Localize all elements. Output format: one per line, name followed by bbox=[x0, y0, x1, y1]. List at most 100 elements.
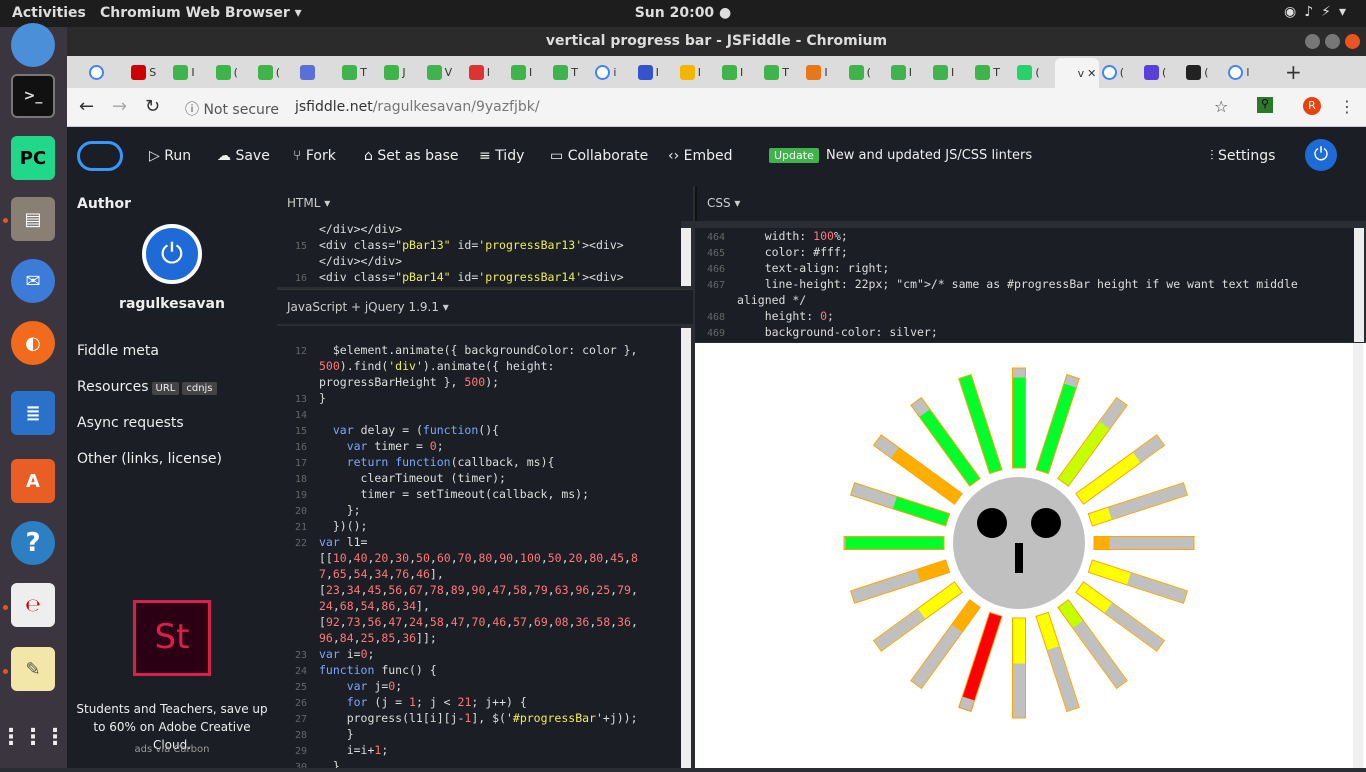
tab-12[interactable]: i bbox=[590, 60, 631, 84]
maximize-icon[interactable] bbox=[1325, 34, 1340, 49]
embed-button[interactable]: ‹› Embed bbox=[668, 148, 733, 164]
js-panel-header[interactable]: JavaScript + jQuery 1.9.1 ▾ bbox=[277, 289, 693, 324]
update-text[interactable]: New and updated JS/CSS linters bbox=[826, 148, 1032, 163]
css-scrollbar[interactable] bbox=[1354, 228, 1364, 342]
code-text: height: 0; bbox=[737, 309, 834, 323]
tab-13[interactable]: I bbox=[633, 60, 674, 84]
forward-icon[interactable]: → bbox=[112, 96, 127, 117]
run-button[interactable]: ▷ Run bbox=[149, 148, 191, 164]
chromium-icon[interactable] bbox=[11, 23, 55, 67]
css-panel-header[interactable]: CSS ▾ bbox=[695, 186, 1366, 221]
set-as-base-button[interactable]: ⌂ Set as base bbox=[364, 148, 458, 164]
resource-tag-cdnjs[interactable]: cdnjs bbox=[182, 382, 217, 395]
software-center-icon[interactable]: A bbox=[11, 459, 55, 503]
minimize-icon[interactable] bbox=[1305, 34, 1320, 49]
close-icon[interactable] bbox=[1345, 34, 1360, 49]
tab-23[interactable]: v ✕ bbox=[1054, 58, 1099, 88]
url-field[interactable]: jsfiddle.net/ragulkesavan/9yazfjbk/ bbox=[295, 99, 540, 115]
tab-16[interactable]: T bbox=[759, 60, 800, 84]
tab-17[interactable]: I bbox=[801, 60, 842, 84]
bookmark-star-icon[interactable]: ☆ bbox=[1214, 97, 1228, 116]
js-editor[interactable]: 12 $element.animate({ backgroundColor: c… bbox=[277, 326, 681, 768]
pycharm-icon[interactable]: PC bbox=[11, 136, 55, 180]
tab-label: I bbox=[191, 65, 195, 79]
tab-14[interactable]: I bbox=[675, 60, 716, 84]
tab-0[interactable] bbox=[84, 60, 125, 84]
tab-22[interactable]: ( bbox=[1012, 60, 1053, 84]
dock: >_ PC ▤ ✉ ◐ ≣ A ? ℮ ✎ ⋮⋮⋮ bbox=[0, 23, 67, 768]
tab-20[interactable]: I bbox=[928, 60, 969, 84]
preview-scrollbar[interactable] bbox=[1353, 343, 1363, 768]
resource-tag-url[interactable]: URL bbox=[151, 382, 180, 395]
js-scrollbar[interactable] bbox=[681, 328, 691, 768]
tab-8[interactable]: V bbox=[422, 60, 463, 84]
extension-icon[interactable]: ⚲ bbox=[1257, 97, 1273, 113]
tab-21[interactable]: T bbox=[970, 60, 1011, 84]
tab-27[interactable]: l bbox=[1223, 60, 1264, 84]
sidebar-item-fiddle-meta[interactable]: Fiddle meta bbox=[77, 343, 159, 359]
settings-button[interactable]: ⫶ Settings bbox=[1210, 148, 1275, 164]
sidebar-item-async-requests[interactable]: Async requests bbox=[77, 415, 184, 431]
writer-icon[interactable]: ≣ bbox=[11, 391, 55, 435]
activities-button[interactable]: Activities bbox=[12, 5, 86, 21]
tab-26[interactable]: ( bbox=[1181, 60, 1222, 84]
profile-avatar[interactable]: R bbox=[1303, 97, 1321, 115]
css-editor[interactable]: 464 width: 100%; 465 color: #fff; 466 text… bbox=[695, 228, 1355, 342]
code-text: } bbox=[319, 759, 340, 768]
tab-7[interactable]: J bbox=[379, 60, 420, 84]
tab-5[interactable] bbox=[295, 60, 336, 84]
system-tray-icons[interactable]: ◉♪⚡▾ bbox=[1284, 4, 1354, 20]
reload-icon[interactable]: ↻ bbox=[145, 96, 160, 117]
tab-15[interactable]: I bbox=[717, 60, 758, 84]
sidebar-item-other[interactable]: Other (links, license) bbox=[77, 451, 222, 467]
account-power-icon[interactable]: ⏻ bbox=[1305, 139, 1337, 171]
code-line: [[10,40,20,30,50,60,70,80,90,100,50,20,8… bbox=[277, 550, 681, 566]
fork-button[interactable]: ⑂ Fork bbox=[293, 148, 336, 164]
ad-credit[interactable]: ads via Carbon bbox=[67, 744, 277, 755]
apps-grid-icon[interactable]: ⋮⋮⋮ bbox=[0, 715, 66, 759]
tidy-button[interactable]: ≡ Tidy bbox=[479, 148, 524, 164]
tab-favicon-icon bbox=[468, 64, 484, 80]
collaborate-button[interactable]: ▭ Collaborate bbox=[550, 148, 648, 164]
tab-6[interactable]: T bbox=[337, 60, 378, 84]
tab-18[interactable]: ( bbox=[844, 60, 885, 84]
author-username[interactable]: ragulkesavan bbox=[67, 296, 277, 312]
terminal-icon[interactable]: >_ bbox=[11, 74, 55, 118]
tab-11[interactable]: T bbox=[548, 60, 589, 84]
tab-favicon-icon bbox=[511, 64, 526, 80]
author-avatar[interactable]: ⏻ bbox=[142, 224, 202, 284]
html-editor[interactable]: </div></div> 15 <div class="pBar13" id='pr… bbox=[277, 221, 681, 287]
tab-19[interactable]: I bbox=[886, 60, 927, 84]
files-icon[interactable]: ▤ bbox=[11, 197, 55, 241]
tab-close-icon[interactable]: ✕ bbox=[1087, 67, 1096, 80]
thunderbird-icon[interactable]: ✉ bbox=[11, 259, 55, 303]
jsfiddle-logo-icon[interactable] bbox=[77, 141, 123, 171]
code-text: background-color: silver; bbox=[737, 325, 938, 339]
tab-favicon-icon bbox=[722, 64, 737, 80]
code-text: var i=0; bbox=[319, 647, 375, 661]
menu-icon[interactable]: ⋮ bbox=[1339, 97, 1355, 116]
tab-4[interactable]: ( bbox=[253, 60, 294, 84]
back-icon[interactable]: ← bbox=[79, 96, 94, 117]
code-text: [[10,40,20,30,50,60,70,80,90,100,50,20,8… bbox=[319, 551, 638, 565]
tab-1[interactable]: S bbox=[126, 60, 167, 84]
new-tab-button[interactable]: + bbox=[1285, 60, 1302, 84]
ad-logo[interactable]: St bbox=[133, 600, 211, 676]
tab-25[interactable]: ( bbox=[1139, 60, 1180, 84]
text-editor-icon[interactable]: ✎ bbox=[11, 647, 55, 691]
tab-24[interactable]: ( bbox=[1097, 60, 1138, 84]
firefox-icon[interactable]: ◐ bbox=[11, 321, 55, 365]
html-panel-header[interactable]: HTML ▾ bbox=[277, 186, 693, 221]
update-badge[interactable]: Update bbox=[769, 148, 819, 163]
app-menu[interactable]: Chromium Web Browser ▾ bbox=[100, 5, 302, 21]
tab-2[interactable]: I bbox=[168, 60, 209, 84]
tab-3[interactable]: ( bbox=[211, 60, 252, 84]
save-button[interactable]: ☁ Save bbox=[217, 148, 270, 164]
security-indicator[interactable]: ⓘ Not secure bbox=[185, 99, 279, 119]
help-icon[interactable]: ? bbox=[11, 521, 55, 565]
html-scrollbar[interactable] bbox=[681, 228, 691, 286]
sidebar-item-resources[interactable]: Resources URL cdnjs bbox=[77, 379, 217, 395]
tab-9[interactable]: I bbox=[464, 60, 505, 84]
tab-10[interactable]: I bbox=[506, 60, 547, 84]
pdf-viewer-icon[interactable]: ℮ bbox=[11, 583, 55, 627]
